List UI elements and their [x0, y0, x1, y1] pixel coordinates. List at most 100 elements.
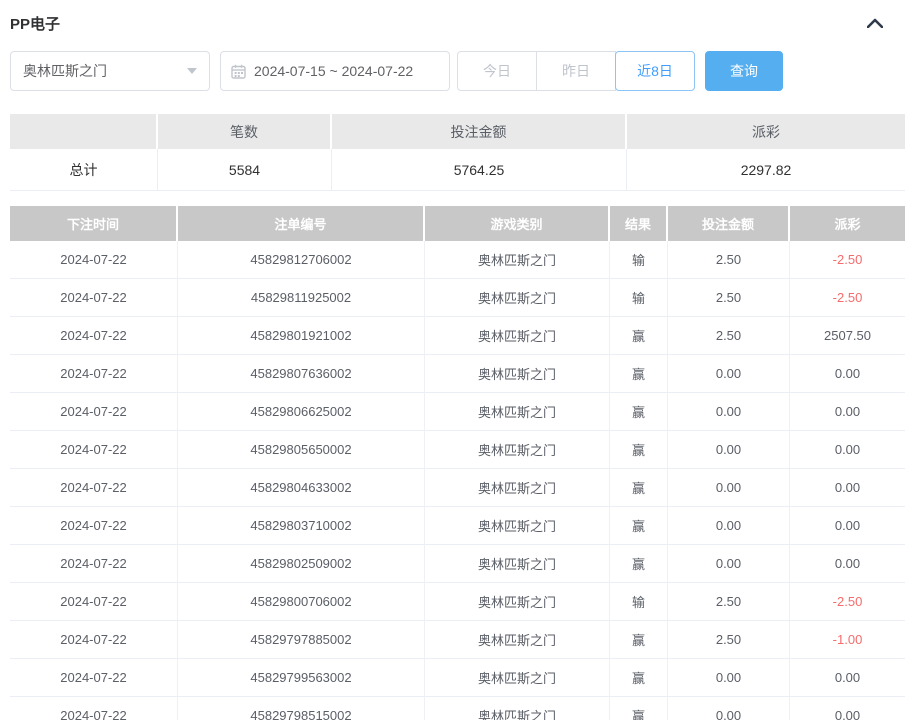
summary-col-blank: [10, 114, 158, 149]
cell-bet-amount: 0.00: [668, 355, 790, 393]
summary-col-bet-amount: 投注金额: [332, 114, 627, 149]
collapse-button[interactable]: [863, 12, 887, 34]
cell-bet-amount: 2.50: [668, 583, 790, 621]
calendar-icon: [231, 64, 246, 79]
cell-bet-id: 45829806625002: [178, 393, 425, 431]
summary-col-count: 笔数: [158, 114, 332, 149]
cell-bet-amount: 0.00: [668, 507, 790, 545]
col-result: 结果: [610, 206, 668, 241]
cell-payout: 0.00: [790, 355, 905, 393]
page-title: PP电子: [10, 13, 60, 34]
game-select-value: 奥林匹斯之门: [23, 61, 107, 81]
date-range-value: 2024-07-15 ~ 2024-07-22: [254, 63, 413, 79]
cell-bet-amount: 0.00: [668, 545, 790, 583]
cell-bet-id: 45829800706002: [178, 583, 425, 621]
cell-game-category: 奥林匹斯之门: [425, 241, 610, 279]
cell-payout: 0.00: [790, 545, 905, 583]
cell-bet-time: 2024-07-22: [10, 621, 178, 659]
yesterday-button[interactable]: 昨日: [536, 51, 616, 91]
cell-bet-amount: 0.00: [668, 431, 790, 469]
panel-header: PP电子: [10, 12, 905, 34]
cell-bet-amount: 0.00: [668, 393, 790, 431]
table-row: 2024-07-22 45829798515002 奥林匹斯之门 赢 0.00 …: [10, 697, 905, 720]
cell-payout: 0.00: [790, 697, 905, 720]
query-button[interactable]: 查询: [705, 51, 783, 91]
summary-total-payout: 2297.82: [627, 149, 905, 191]
cell-result: 赢: [610, 469, 668, 507]
col-bet-amount: 投注金额: [668, 206, 790, 241]
cell-bet-id: 45829799563002: [178, 659, 425, 697]
date-range-picker[interactable]: 2024-07-15 ~ 2024-07-22: [220, 51, 450, 91]
col-payout: 派彩: [790, 206, 905, 241]
cell-game-category: 奥林匹斯之门: [425, 545, 610, 583]
cell-game-category: 奥林匹斯之门: [425, 659, 610, 697]
cell-result: 输: [610, 279, 668, 317]
cell-bet-time: 2024-07-22: [10, 469, 178, 507]
cell-bet-time: 2024-07-22: [10, 659, 178, 697]
cell-bet-amount: 2.50: [668, 241, 790, 279]
table-row: 2024-07-22 45829806625002 奥林匹斯之门 赢 0.00 …: [10, 393, 905, 431]
cell-bet-amount: 2.50: [668, 317, 790, 355]
cell-payout: -2.50: [790, 241, 905, 279]
quick-range-group: 今日 昨日 近8日: [457, 51, 695, 91]
cell-result: 赢: [610, 621, 668, 659]
cell-result: 赢: [610, 355, 668, 393]
cell-bet-amount: 2.50: [668, 621, 790, 659]
cell-game-category: 奥林匹斯之门: [425, 621, 610, 659]
table-row: 2024-07-22 45829804633002 奥林匹斯之门 赢 0.00 …: [10, 469, 905, 507]
cell-payout: 0.00: [790, 393, 905, 431]
cell-bet-time: 2024-07-22: [10, 355, 178, 393]
cell-bet-id: 45829812706002: [178, 241, 425, 279]
cell-bet-id: 45829811925002: [178, 279, 425, 317]
cell-result: 赢: [610, 545, 668, 583]
cell-game-category: 奥林匹斯之门: [425, 355, 610, 393]
cell-result: 赢: [610, 697, 668, 720]
today-button[interactable]: 今日: [457, 51, 537, 91]
summary-total-row: 总计 5584 5764.25 2297.82: [10, 149, 905, 191]
cell-bet-id: 45829797885002: [178, 621, 425, 659]
cell-bet-time: 2024-07-22: [10, 583, 178, 621]
cell-result: 赢: [610, 317, 668, 355]
cell-payout: -1.00: [790, 621, 905, 659]
cell-bet-time: 2024-07-22: [10, 697, 178, 720]
cell-bet-time: 2024-07-22: [10, 507, 178, 545]
cell-game-category: 奥林匹斯之门: [425, 431, 610, 469]
cell-payout: 0.00: [790, 469, 905, 507]
table-row: 2024-07-22 45829802509002 奥林匹斯之门 赢 0.00 …: [10, 545, 905, 583]
cell-payout: -2.50: [790, 279, 905, 317]
cell-game-category: 奥林匹斯之门: [425, 393, 610, 431]
cell-bet-time: 2024-07-22: [10, 393, 178, 431]
cell-bet-time: 2024-07-22: [10, 241, 178, 279]
cell-bet-time: 2024-07-22: [10, 431, 178, 469]
cell-game-category: 奥林匹斯之门: [425, 317, 610, 355]
last-8-days-button[interactable]: 近8日: [615, 51, 695, 91]
cell-payout: 0.00: [790, 507, 905, 545]
cell-result: 赢: [610, 393, 668, 431]
cell-game-category: 奥林匹斯之门: [425, 697, 610, 720]
cell-game-category: 奥林匹斯之门: [425, 279, 610, 317]
cell-bet-time: 2024-07-22: [10, 279, 178, 317]
chevron-up-icon: [867, 18, 883, 28]
summary-col-payout: 派彩: [627, 114, 905, 149]
cell-result: 赢: [610, 431, 668, 469]
filter-bar: 奥林匹斯之门 2024-07-15 ~ 2024-07-22 今日 昨日 近8日…: [10, 51, 905, 91]
table-row: 2024-07-22 45829805650002 奥林匹斯之门 赢 0.00 …: [10, 431, 905, 469]
cell-result: 输: [610, 583, 668, 621]
table-row: 2024-07-22 45829799563002 奥林匹斯之门 赢 0.00 …: [10, 659, 905, 697]
cell-bet-id: 45829805650002: [178, 431, 425, 469]
chevron-down-icon: [187, 68, 197, 74]
table-row: 2024-07-22 45829800706002 奥林匹斯之门 输 2.50 …: [10, 583, 905, 621]
pp-electronic-panel: PP电子 奥林匹斯之门 2024-07-15 ~ 20: [0, 0, 915, 720]
cell-payout: 2507.50: [790, 317, 905, 355]
cell-bet-id: 45829803710002: [178, 507, 425, 545]
summary-total-label: 总计: [10, 149, 158, 191]
cell-bet-amount: 0.00: [668, 469, 790, 507]
cell-result: 赢: [610, 507, 668, 545]
cell-result: 输: [610, 241, 668, 279]
bet-table-body: 2024-07-22 45829812706002 奥林匹斯之门 输 2.50 …: [10, 241, 905, 720]
table-row: 2024-07-22 45829797885002 奥林匹斯之门 赢 2.50 …: [10, 621, 905, 659]
summary-total-count: 5584: [158, 149, 332, 191]
cell-bet-time: 2024-07-22: [10, 545, 178, 583]
cell-game-category: 奥林匹斯之门: [425, 507, 610, 545]
game-select[interactable]: 奥林匹斯之门: [10, 51, 210, 91]
